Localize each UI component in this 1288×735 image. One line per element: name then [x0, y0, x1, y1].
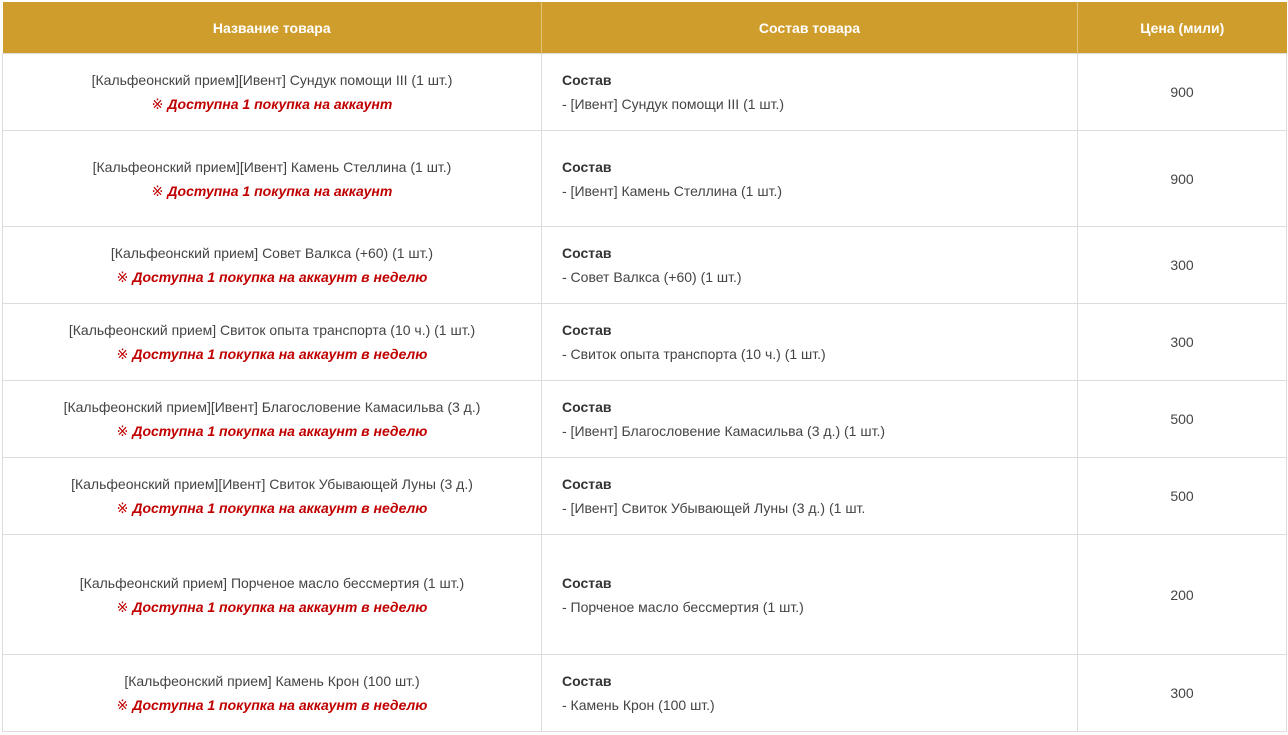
composition-item: - [Ивент] Свиток Убывающей Луны (3 д.) (… [562, 500, 866, 516]
composition-cell: Состав - Порченое масло бессмертия (1 шт… [541, 534, 1078, 655]
table-header-row: Название товара Состав товара Цена (мили… [2, 2, 1287, 54]
product-name: [Кальфеонский прием] Свиток опыта трансп… [68, 322, 476, 338]
composition-heading: Состав [562, 673, 612, 689]
table-row: [Кальфеонский прием][Ивент] Сундук помощ… [2, 53, 1287, 131]
reference-mark-icon: ※ [116, 500, 129, 516]
product-name-cell: [Кальфеонский прием][Ивент] Сундук помощ… [2, 53, 542, 131]
composition-heading: Состав [562, 245, 612, 261]
product-name: [Кальфеонский прием] Камень Крон (100 шт… [124, 673, 420, 689]
shop-table: Название товара Состав товара Цена (мили… [2, 2, 1287, 732]
reference-mark-icon: ※ [151, 182, 164, 199]
table-row: [Кальфеонский прием][Ивент] Благословени… [2, 380, 1287, 458]
composition-heading: Состав [562, 158, 612, 175]
table-row: [Кальфеонский прием] Совет Валкса (+60) … [2, 226, 1287, 304]
table-row: [Кальфеонский прием] Порченое масло бесс… [2, 534, 1287, 655]
composition-item: - Совет Валкса (+60) (1 шт.) [562, 269, 742, 285]
composition-cell: Состав - [Ивент] Благословение Камасильв… [541, 380, 1078, 458]
product-name-cell: [Кальфеонский прием] Совет Валкса (+60) … [2, 226, 542, 304]
purchase-limit-notice: ※ Доступна 1 покупка на аккаунт в неделю [3, 693, 541, 717]
purchase-limit-text: Доступна 1 покупка на аккаунт в неделю [132, 697, 428, 713]
price-cell: 300 [1077, 226, 1287, 304]
product-name: [Кальфеонский прием][Ивент] Благословени… [63, 399, 481, 415]
price-cell: 900 [1077, 130, 1287, 227]
purchase-limit-text: Доступна 1 покупка на аккаунт в неделю [132, 269, 428, 285]
price-cell: 300 [1077, 303, 1287, 381]
price-cell: 900 [1077, 53, 1287, 131]
purchase-limit-text: Доступна 1 покупка на аккаунт в неделю [132, 598, 428, 615]
column-header-composition: Состав товара [541, 2, 1078, 54]
shop-table-container: Название товара Состав товара Цена (мили… [0, 0, 1288, 735]
composition-heading: Состав [562, 399, 612, 415]
purchase-limit-notice: ※ Доступна 1 покупка на аккаунт в неделю [3, 419, 541, 443]
product-name-cell: [Кальфеонский прием] Порченое масло бесс… [2, 534, 542, 655]
purchase-limit-text: Доступна 1 покупка на аккаунт [167, 182, 393, 199]
composition-heading: Состав [562, 72, 612, 88]
composition-heading: Состав [562, 476, 612, 492]
composition-cell: Состав - Совет Валкса (+60) (1 шт.) [541, 226, 1078, 304]
product-name: [Кальфеонский прием][Ивент] Свиток Убыва… [71, 476, 473, 492]
composition-heading: Состав [562, 574, 612, 591]
reference-mark-icon: ※ [116, 269, 129, 285]
purchase-limit-notice: ※ Доступна 1 покупка на аккаунт в неделю [3, 496, 541, 520]
purchase-limit-notice: ※ Доступна 1 покупка на аккаунт [3, 92, 541, 116]
composition-cell: Состав - Свиток опыта транспорта (10 ч.)… [541, 303, 1078, 381]
reference-mark-icon: ※ [116, 346, 129, 362]
reference-mark-icon: ※ [116, 598, 129, 615]
product-name: [Кальфеонский прием][Ивент] Камень Стелл… [92, 158, 452, 175]
column-header-price: Цена (мили) [1077, 2, 1287, 54]
product-name: [Кальфеонский прием] Совет Валкса (+60) … [110, 245, 434, 261]
price-cell: 500 [1077, 457, 1287, 535]
composition-item: - Порченое масло бессмертия (1 шт.) [562, 598, 804, 615]
purchase-limit-notice: ※ Доступна 1 покупка на аккаунт в неделю [3, 595, 541, 619]
product-name-cell: [Кальфеонский прием][Ивент] Камень Стелл… [2, 130, 542, 227]
table-row: [Кальфеонский прием] Свиток опыта трансп… [2, 303, 1287, 381]
purchase-limit-text: Доступна 1 покупка на аккаунт в неделю [132, 423, 428, 439]
composition-item: - [Ивент] Сундук помощи III (1 шт.) [562, 96, 785, 112]
reference-mark-icon: ※ [116, 697, 129, 713]
price-cell: 500 [1077, 380, 1287, 458]
reference-mark-icon: ※ [116, 423, 129, 439]
price-cell: 200 [1077, 534, 1287, 655]
composition-cell: Состав - Камень Крон (100 шт.) [541, 654, 1078, 732]
purchase-limit-notice: ※ Доступна 1 покупка на аккаунт в неделю [3, 342, 541, 366]
product-name-cell: [Кальфеонский прием][Ивент] Свиток Убыва… [2, 457, 542, 535]
table-row: [Кальфеонский прием][Ивент] Камень Стелл… [2, 130, 1287, 227]
product-name: [Кальфеонский прием] Порченое масло бесс… [79, 574, 465, 591]
product-name-cell: [Кальфеонский прием] Камень Крон (100 шт… [2, 654, 542, 732]
purchase-limit-notice: ※ Доступна 1 покупка на аккаунт в неделю [3, 265, 541, 289]
purchase-limit-text: Доступна 1 покупка на аккаунт в неделю [132, 500, 428, 516]
composition-item: - Свиток опыта транспорта (10 ч.) (1 шт.… [562, 346, 826, 362]
product-name-cell: [Кальфеонский прием] Свиток опыта трансп… [2, 303, 542, 381]
composition-item: - Камень Крон (100 шт.) [562, 697, 715, 713]
price-cell: 300 [1077, 654, 1287, 732]
composition-cell: Состав - [Ивент] Свиток Убывающей Луны (… [541, 457, 1078, 535]
reference-mark-icon: ※ [151, 96, 164, 112]
composition-cell: Состав - [Ивент] Камень Стеллина (1 шт.) [541, 130, 1078, 227]
table-row: [Кальфеонский прием][Ивент] Свиток Убыва… [2, 457, 1287, 535]
composition-item: - [Ивент] Благословение Камасильва (3 д.… [562, 423, 885, 439]
product-name-cell: [Кальфеонский прием][Ивент] Благословени… [2, 380, 542, 458]
table-row: [Кальфеонский прием] Камень Крон (100 шт… [2, 654, 1287, 732]
purchase-limit-text: Доступна 1 покупка на аккаунт [167, 96, 393, 112]
purchase-limit-notice: ※ Доступна 1 покупка на аккаунт [3, 179, 541, 203]
composition-item: - [Ивент] Камень Стеллина (1 шт.) [562, 182, 782, 199]
product-name: [Кальфеонский прием][Ивент] Сундук помощ… [91, 72, 453, 88]
composition-heading: Состав [562, 322, 612, 338]
composition-cell: Состав - [Ивент] Сундук помощи III (1 шт… [541, 53, 1078, 131]
purchase-limit-text: Доступна 1 покупка на аккаунт в неделю [132, 346, 428, 362]
column-header-name: Название товара [2, 2, 542, 54]
